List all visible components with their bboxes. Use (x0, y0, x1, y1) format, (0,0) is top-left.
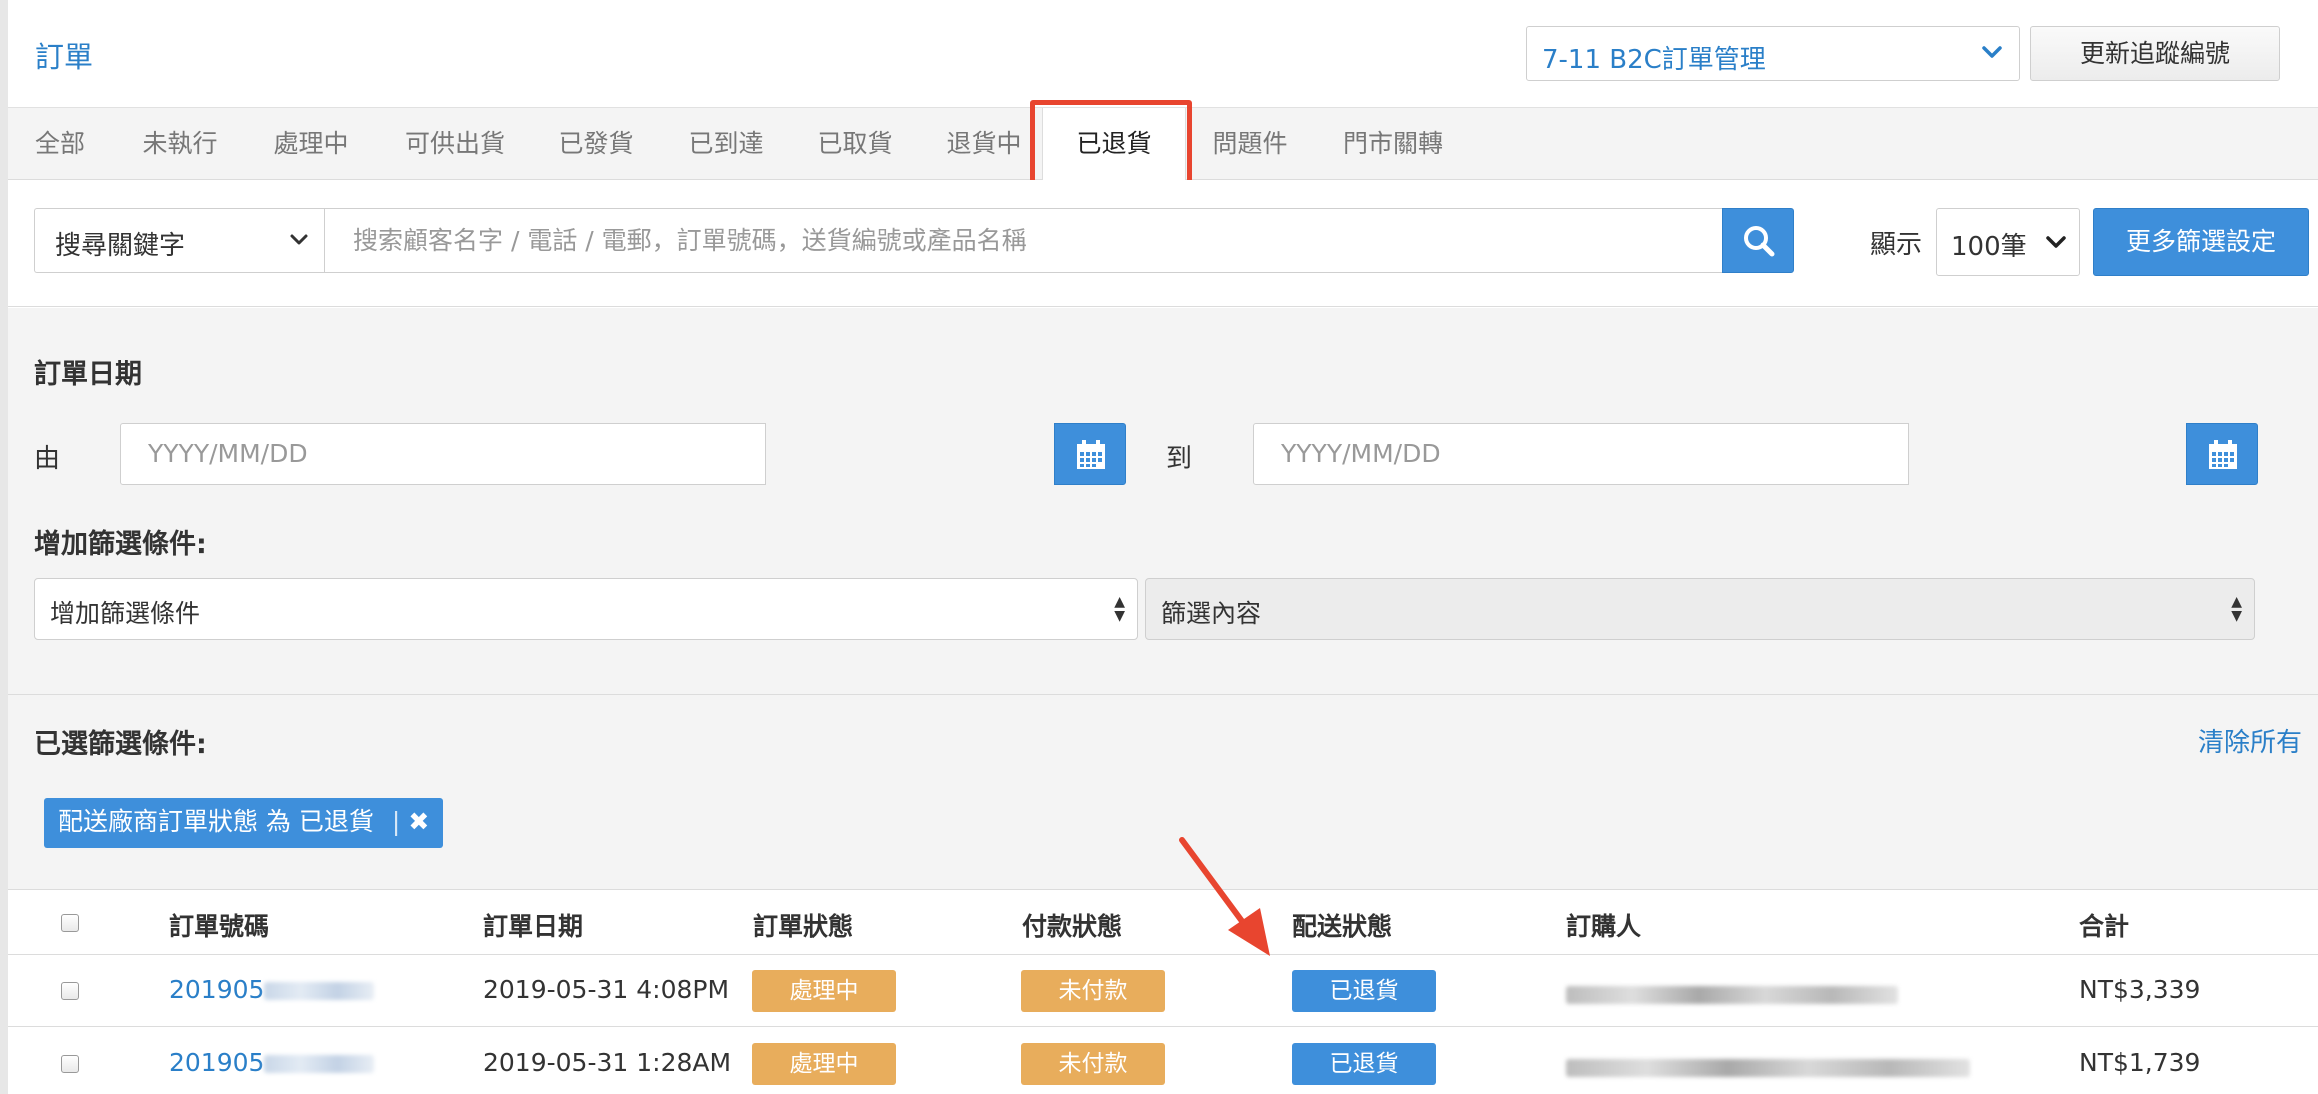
shipping-status-badge: 已退貨 (1292, 1043, 1436, 1085)
condition-content-select[interactable]: 篩選內容 ▲ ▼ (1145, 578, 2255, 640)
column-header-order-status[interactable]: 訂單狀態 (753, 907, 853, 943)
clear-all-link[interactable]: 清除所有 (2198, 722, 2302, 759)
tab-problem[interactable]: 問題件 (1200, 108, 1300, 180)
tab-returning[interactable]: 退貨中 (934, 108, 1034, 180)
tab-arrived[interactable]: 已到達 (676, 108, 776, 180)
order-number-link[interactable]: 201905 (169, 1048, 375, 1077)
orders-page: 訂單 7-11 B2C訂單管理 更新追蹤編號 全部 未執行 處理中 可供出貨 已… (0, 0, 2318, 1094)
search-icon (1744, 226, 1775, 257)
column-header-order-date[interactable]: 訂單日期 (483, 907, 583, 943)
order-status-badge: 處理中 (752, 970, 896, 1012)
row-checkbox[interactable] (61, 1055, 79, 1073)
tab-all[interactable]: 全部 (24, 108, 96, 180)
add-condition-select[interactable]: 增加篩選條件 ▲ ▼ (34, 578, 1138, 640)
filter-chip: 配送廠商訂單狀態 為 已退貨 | ✖ (44, 798, 444, 848)
filter-chip-label: 配送廠商訂單狀態 為 已退貨 (58, 807, 374, 836)
keyword-select-value: 搜尋關鍵字 (55, 231, 186, 261)
customer-redacted (1566, 1052, 1970, 1081)
page-title: 訂單 (35, 40, 94, 74)
table-header: 訂單號碼 訂單日期 訂單狀態 付款狀態 配送狀態 訂購人 合計 (8, 890, 2318, 955)
search-bar: 搜尋關鍵字 搜索顧客名字 / 電話 / 電郵，訂單號碼，送貨編號或產品名稱 顯示… (8, 180, 2318, 307)
column-header-order-no[interactable]: 訂單號碼 (169, 907, 269, 943)
filter-panel: 訂單日期 由 YYYY/MM/DD 到 YYYY/MM/DD 增加篩選條件: 增… (8, 308, 2318, 890)
page-size-select[interactable]: 100筆 (1936, 208, 2080, 276)
divider (8, 694, 2318, 695)
page-size-value: 100筆 (1951, 232, 2027, 262)
tab-shipped[interactable]: 已發貨 (546, 108, 646, 180)
order-total: NT$1,739 (2079, 1048, 2201, 1077)
column-header-shipping-status[interactable]: 配送狀態 (1292, 907, 1392, 943)
page-header: 訂單 7-11 B2C訂單管理 更新追蹤編號 (8, 0, 2318, 108)
order-number-link[interactable]: 201905 (169, 975, 375, 1004)
selected-conditions-title: 已選篩選條件: (34, 729, 207, 760)
date-to-label: 到 (1166, 444, 1193, 474)
redacted-customer (1566, 986, 1898, 1004)
add-condition-value: 增加篩選條件 (50, 599, 201, 628)
date-to-calendar-button[interactable] (2186, 423, 2258, 485)
order-date-title: 訂單日期 (34, 359, 142, 390)
date-from-input[interactable]: YYYY/MM/DD (120, 423, 766, 485)
payment-status-badge: 未付款 (1021, 1043, 1165, 1085)
tab-not-executed[interactable]: 未執行 (130, 108, 230, 180)
select-all-checkbox[interactable] (61, 914, 79, 932)
date-to-input[interactable]: YYYY/MM/DD (1253, 423, 1909, 485)
table-row[interactable]: 201905 2019-05-31 1:28AM 處理中 未付款 已退貨 NT$… (8, 1028, 2318, 1094)
tab-ready-to-ship[interactable]: 可供出貨 (392, 108, 518, 180)
date-from-calendar-button[interactable] (1054, 423, 1126, 485)
redacted-customer (1566, 1059, 1970, 1077)
order-number-prefix: 201905 (169, 1048, 265, 1077)
tab-store-closed[interactable]: 門市關轉 (1330, 108, 1456, 180)
annotation-arrow (1179, 837, 1270, 956)
show-label: 顯示 (1870, 230, 1923, 260)
chevron-down-icon (288, 229, 310, 255)
left-border (0, 0, 8, 1094)
tab-returned[interactable]: 已退貨 (1042, 108, 1186, 181)
condition-content-value: 篩選內容 (1161, 599, 1262, 628)
row-checkbox[interactable] (61, 982, 79, 1000)
status-tabs: 全部 未執行 處理中 可供出貨 已發貨 已到達 已取貨 退貨中 已退貨 問題件 … (8, 108, 2318, 181)
order-date: 2019-05-31 1:28AM (483, 1048, 732, 1077)
date-from-label: 由 (34, 444, 61, 474)
order-status-badge: 處理中 (752, 1043, 896, 1085)
search-input[interactable]: 搜索顧客名字 / 電話 / 電郵，訂單號碼，送貨編號或產品名稱 (324, 208, 1730, 273)
orders-table: 訂單號碼 訂單日期 訂單狀態 付款狀態 配送狀態 訂購人 合計 201905 2… (8, 889, 2318, 1094)
filter-chip-separator: | (391, 807, 401, 836)
store-select-value: 7-11 B2C訂單管理 (1542, 45, 1766, 75)
redacted-order-number (264, 982, 375, 1000)
order-total: NT$3,339 (2079, 975, 2201, 1004)
column-header-payment-status[interactable]: 付款狀態 (1022, 907, 1122, 943)
keyword-select[interactable]: 搜尋關鍵字 (34, 208, 324, 273)
customer-redacted (1566, 979, 1898, 1008)
redacted-order-number (264, 1055, 375, 1073)
update-tracking-button[interactable]: 更新追蹤編號 (2030, 26, 2280, 81)
tab-processing[interactable]: 處理中 (261, 108, 361, 180)
updown-arrows-icon: ▲ ▼ (1114, 594, 1125, 624)
more-filters-button[interactable]: 更多篩選設定 (2093, 208, 2309, 276)
updown-arrows-icon: ▲ ▼ (2231, 594, 2242, 624)
shipping-status-badge: 已退貨 (1292, 970, 1436, 1012)
tab-picked-up[interactable]: 已取貨 (805, 108, 905, 180)
column-header-total[interactable]: 合計 (2079, 907, 2129, 943)
table-row[interactable]: 201905 2019-05-31 4:08PM 處理中 未付款 已退貨 NT$… (8, 955, 2318, 1027)
chevron-down-icon (1981, 41, 2003, 67)
chevron-down-icon (2045, 231, 2067, 257)
calendar-icon (2209, 440, 2237, 469)
calendar-icon (1077, 440, 1105, 469)
search-button[interactable] (1722, 208, 1794, 273)
add-condition-title: 增加篩選條件: (34, 529, 207, 560)
payment-status-badge: 未付款 (1021, 970, 1165, 1012)
column-header-customer[interactable]: 訂購人 (1566, 907, 1641, 943)
order-number-prefix: 201905 (169, 975, 265, 1004)
store-select[interactable]: 7-11 B2C訂單管理 (1526, 26, 2020, 81)
close-icon[interactable]: ✖ (408, 807, 429, 836)
order-date: 2019-05-31 4:08PM (483, 975, 730, 1004)
